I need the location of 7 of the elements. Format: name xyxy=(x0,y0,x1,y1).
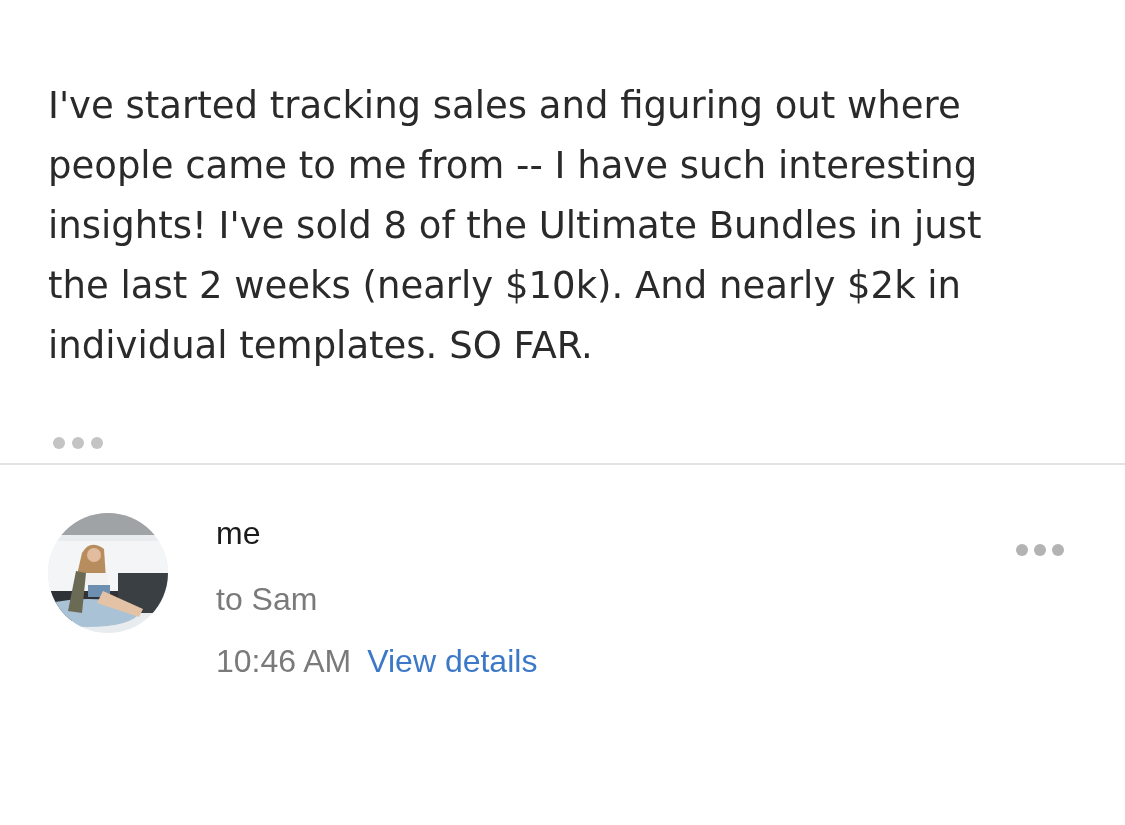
message-text: I've started tracking sales and figuring out where people came to me from -- I have such interesting insights! I've sold 8 of the Ultimate Bundles in just the last 2 weeks (nearly $10k). And nearly $2k in individual templates. SO FAR. xyxy=(48,83,983,369)
view-details-link[interactable]: View details xyxy=(367,641,538,681)
more-options-icon[interactable] xyxy=(1015,543,1065,557)
show-trimmed-content-icon[interactable] xyxy=(52,436,104,450)
message-time: 10:46 AM xyxy=(216,642,352,681)
recipient-text: to Sam xyxy=(216,580,319,619)
sender-name: me xyxy=(216,514,262,553)
